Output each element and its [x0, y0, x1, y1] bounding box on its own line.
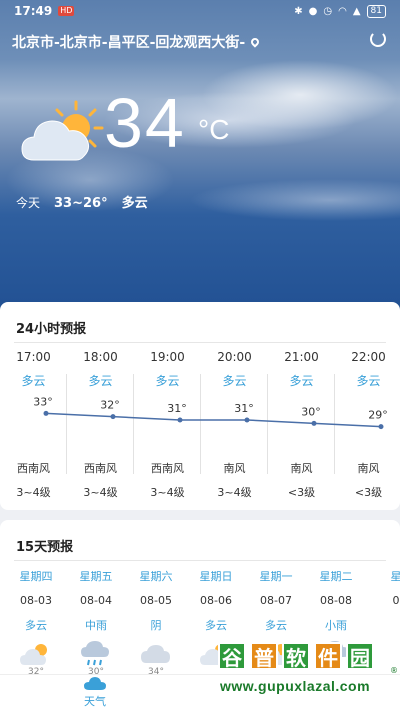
- tab-weather-label: 天气: [84, 695, 106, 708]
- daily-date: 0: [392, 594, 400, 607]
- hourly-item: 22:00 多云南风 <3级: [335, 350, 400, 506]
- daily-condition: 多云: [25, 619, 47, 632]
- hourly-time: 20:00: [217, 350, 252, 364]
- hourly-item: 18:00 多云西南风 3~4级: [67, 350, 134, 506]
- daily-title: 15天预报: [16, 540, 74, 555]
- daily-date: 08-04: [80, 594, 112, 607]
- daily-date: 08-07: [260, 594, 292, 607]
- watermark-brand: 谷普软件园: [218, 642, 374, 670]
- signal-icon: ▲: [352, 5, 361, 17]
- hourly-time: 22:00: [351, 350, 386, 364]
- alarm-icon: ◷: [323, 5, 333, 17]
- rain-icon: [79, 641, 113, 667]
- today-summary: 今天 33~26° 多云: [16, 192, 148, 211]
- hourly-wind: 南风: [223, 462, 246, 475]
- status-icons: ✱ ● ◷ ◠ ▲ 81: [294, 4, 386, 18]
- temperature-unit: °C: [198, 114, 230, 145]
- hourly-time: 17:00: [16, 350, 51, 364]
- hourly-wind: 南风: [290, 462, 313, 475]
- battery-icon: 81: [366, 4, 386, 18]
- hourly-condition: 多云: [88, 374, 113, 388]
- hourly-condition: 多云: [155, 374, 180, 388]
- hourly-item: 19:00 多云西南风 3~4级: [134, 350, 201, 506]
- watermark: 谷普软件园 www.gupuxlazal.com ®: [218, 642, 398, 702]
- hourly-item: 17:00 多云西南风 3~4级: [0, 350, 67, 506]
- hourly-item: 21:00 多云南风 <3级: [268, 350, 335, 506]
- daily-weekday: 星期日: [199, 570, 233, 583]
- daily-date: 08-06: [200, 594, 232, 607]
- watermark-char: 软: [282, 642, 310, 670]
- sun-cloud-icon: [21, 100, 104, 161]
- hourly-title: 24小时预报: [16, 322, 87, 337]
- cloud-icon: [139, 641, 173, 667]
- hourly-wind-level: 3~4级: [83, 486, 118, 499]
- hourly-condition: 多云: [21, 374, 46, 388]
- watermark-char: 普: [250, 642, 278, 670]
- location-status-icon: ●: [308, 5, 318, 17]
- wifi-icon: ◠: [338, 5, 347, 17]
- daily-date: 08-03: [20, 594, 52, 607]
- daily-date: 08-08: [320, 594, 352, 607]
- bluetooth-icon: ✱: [294, 5, 303, 17]
- hourly-condition: 多云: [222, 374, 247, 388]
- hourly-time: 19:00: [150, 350, 185, 364]
- hourly-wind: 西南风: [151, 462, 184, 475]
- weather-icon: [379, 617, 400, 643]
- watermark-char: 件: [314, 642, 342, 670]
- watermark-url: www.gupuxlazal.com: [220, 678, 371, 694]
- current-temperature: 34: [104, 84, 186, 162]
- hourly-wind: 南风: [357, 462, 380, 475]
- daily-condition: 多云: [205, 619, 227, 632]
- daily-weekday: 星期四: [19, 570, 53, 583]
- divider: [14, 560, 386, 561]
- location-pin-icon: [249, 36, 261, 48]
- status-bar: 17:49 HD ✱ ● ◷ ◠ ▲ 81: [0, 0, 400, 22]
- sun-cloud-icon: [19, 641, 53, 667]
- daily-weekday: 星期五: [79, 570, 113, 583]
- hourly-wind-level: <3级: [354, 486, 383, 499]
- hourly-wind-level: <3级: [287, 486, 316, 499]
- location-text: 北京市-北京市-昌平区-回龙观西大街-: [12, 35, 246, 51]
- watermark-registered: ®: [390, 666, 398, 675]
- today-range: 33~26°: [54, 196, 108, 211]
- hourly-scroll[interactable]: 17:00 多云西南风 3~4级 18:00 多云西南风 3~4级 19:00 多云西南风 3~…: [0, 350, 400, 510]
- tab-weather[interactable]: 天气: [60, 677, 130, 709]
- daily-weekday: 星期一: [259, 570, 293, 583]
- cloud-icon: [84, 677, 106, 691]
- daily-weekday: 星: [390, 570, 400, 583]
- hourly-wind: 西南风: [17, 462, 50, 475]
- hourly-item: 20:00 多云南风 3~4级: [201, 350, 268, 506]
- hourly-condition: 多云: [289, 374, 314, 388]
- watermark-char: 谷: [218, 642, 246, 670]
- hourly-wind-level: 3~4级: [150, 486, 185, 499]
- today-condition: 多云: [121, 196, 148, 211]
- hourly-wind: 西南风: [84, 462, 117, 475]
- refresh-icon[interactable]: [370, 31, 386, 47]
- daily-condition: 中雨: [85, 619, 107, 632]
- daily-condition: 小雨: [325, 619, 347, 632]
- location-selector[interactable]: 北京市-北京市-昌平区-回龙观西大街-: [12, 32, 261, 52]
- hourly-wind-level: 3~4级: [217, 486, 252, 499]
- status-time: 17:49: [14, 4, 53, 18]
- status-badge: HD: [58, 6, 75, 16]
- daily-condition: 阴: [150, 619, 162, 632]
- daily-date: 08-05: [140, 594, 172, 607]
- hourly-condition: 多云: [356, 374, 381, 388]
- daily-weekday: 星期六: [139, 570, 173, 583]
- daily-weekday: 星期二: [319, 570, 353, 583]
- divider: [14, 342, 386, 343]
- watermark-char: 园: [346, 642, 374, 670]
- today-label: 今天: [16, 196, 41, 210]
- weather-hero: 17:49 HD ✱ ● ◷ ◠ ▲ 81 北京市-北京市-昌平区-回龙观西大街…: [0, 0, 400, 330]
- hourly-time: 18:00: [83, 350, 118, 364]
- hourly-time: 21:00: [284, 350, 319, 364]
- hourly-forecast-card: 24小时预报 17:00 多云 西南风 3~4级 18:00 多云 西南风 3~4级 19:00…: [0, 302, 400, 510]
- daily-condition: 多云: [265, 619, 287, 632]
- hourly-wind-level: 3~4级: [16, 486, 51, 499]
